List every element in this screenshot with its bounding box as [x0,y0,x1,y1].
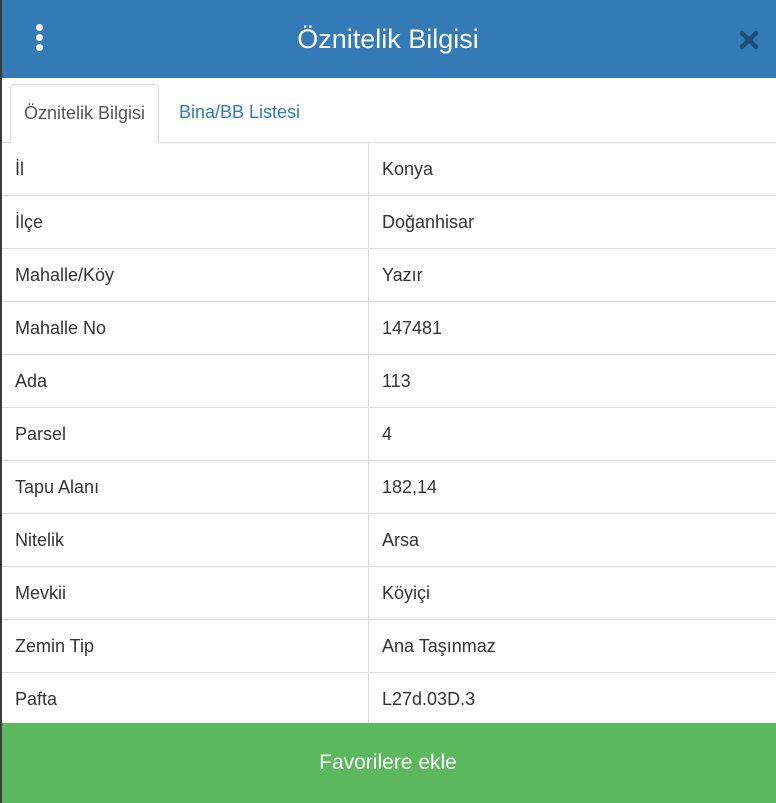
table-row: Ada 113 [0,355,776,408]
attribute-value: Arsa [382,530,420,550]
table-row: Tapu Alanı 182,14 [0,461,776,514]
add-to-favorites-button[interactable]: Favorilere ekle [0,723,776,803]
table-row: Mevkii Köyiçi [0,567,776,620]
attribute-key: Pafta [0,673,369,726]
attribute-table: İl Konya İlçe Doğanhisar Mahalle/Köy Yaz… [0,143,776,726]
table-row: İlçe Doğanhisar [0,196,776,249]
attribute-value: Yazır [382,265,423,285]
attribute-value: Doğanhisar [382,212,475,232]
attribute-key: Nitelik [0,514,369,566]
tab-bar: Öznitelik Bilgisi Bina/BB Listesi [0,78,776,143]
table-row: Nitelik Arsa [0,514,776,567]
dialog-header: Öznitelik Bilgisi [0,0,776,78]
attribute-key: Mahalle No [0,302,369,354]
tab-building-list[interactable]: Bina/BB Listesi [166,84,313,143]
table-row: Zemin Tip Ana Taşınmaz [0,620,776,673]
attribute-key: İlçe [0,196,369,248]
dialog-title: Öznitelik Bilgisi [297,24,479,54]
attribute-key: İl [0,143,369,195]
table-row: Mahalle No 147481 [0,302,776,355]
attribute-value: 147481 [382,318,443,338]
tab-attribute-info[interactable]: Öznitelik Bilgisi [10,84,160,143]
attribute-key: Tapu Alanı [0,461,369,513]
attribute-key: Zemin Tip [0,620,369,672]
attribute-value: 182,14 [382,477,438,497]
attribute-value: Konya [382,159,434,179]
table-row: Parsel 4 [0,408,776,461]
window-edge [0,0,2,803]
attribute-key: Mevkii [0,567,369,619]
table-row: İl Konya [0,143,776,196]
table-row: Mahalle/Köy Yazır [0,249,776,302]
attribute-value: Köyiçi [382,583,431,603]
attribute-key: Mahalle/Köy [0,249,369,301]
table-row: Pafta L27d.03D.3 [0,673,776,726]
attribute-key: Ada [0,355,369,407]
attribute-value: Ana Taşınmaz [382,636,496,656]
attribute-value: L27d.03D.3 [382,689,476,709]
attribute-value: 4 [382,424,393,444]
close-icon[interactable] [737,28,761,52]
attribute-key: Parsel [0,408,369,460]
attribute-value: 113 [382,371,411,391]
